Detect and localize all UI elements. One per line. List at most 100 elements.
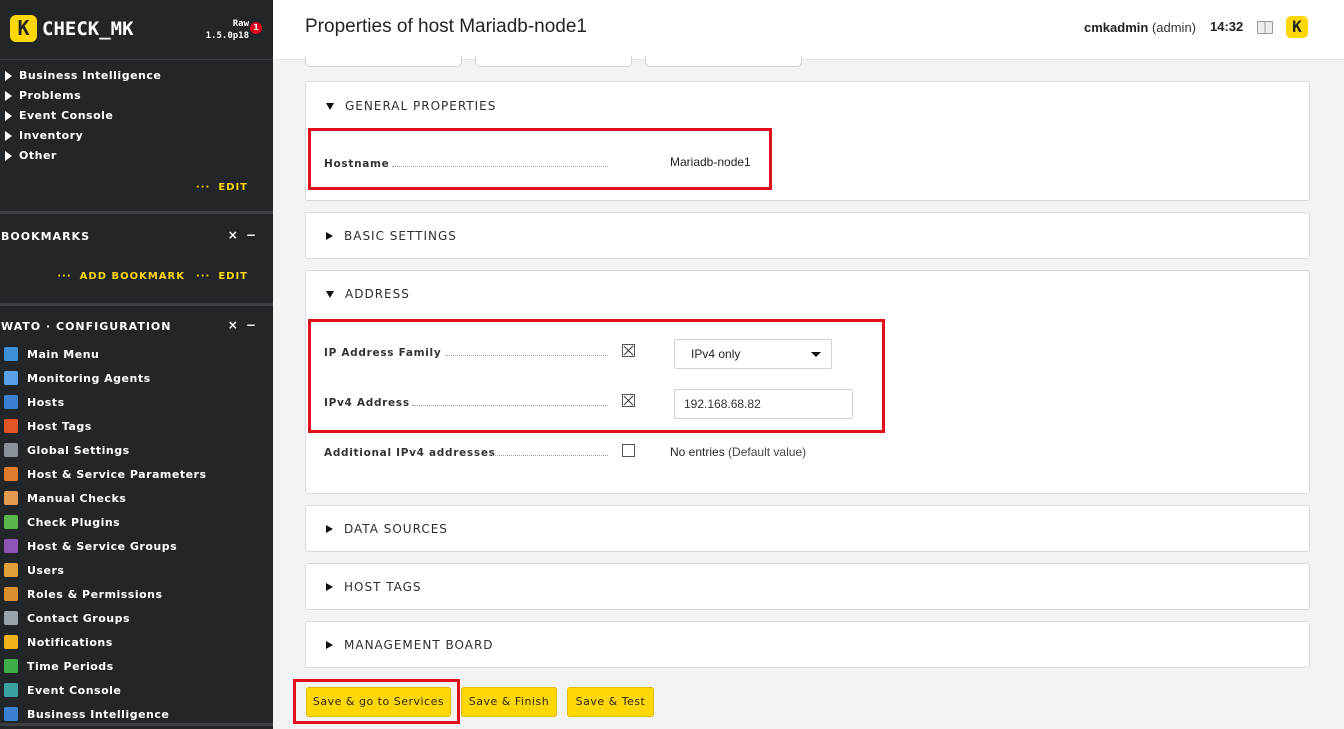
wato-item-label: Users [27,563,65,577]
book-icon[interactable] [1257,21,1273,34]
werk-badge[interactable]: 1 [250,22,262,34]
address-header[interactable]: ADDRESS [326,287,410,301]
tab-stub[interactable] [305,56,462,67]
tab-stub[interactable] [475,56,632,67]
wato-item[interactable]: Notifications [0,632,113,652]
wato-item-label: Business Intelligence [27,707,170,721]
wato-snapin: WATO · CONFIGURATION × − Main Menu Monito… [0,306,273,726]
management-board-panel: MANAGEMENT BOARD [305,621,1310,668]
wato-item[interactable]: Host & Service Parameters [0,464,207,484]
checkmk-logo-text[interactable]: CHECK_MK [42,18,134,40]
page-title: Properties of host Mariadb-node1 [305,16,587,37]
default-value-note: (Default value) [728,445,807,459]
ip-family-checkbox[interactable] [622,344,635,357]
users-icon [4,563,18,577]
wato-item[interactable]: Global Settings [0,440,130,460]
wato-item-label: Check Plugins [27,515,121,529]
tree-item-bi[interactable]: Business Intelligence [0,69,273,89]
wato-item[interactable]: Contact Groups [0,608,130,628]
bookmarks-snapin: BOOKMARKS × − ··· ADD BOOKMARK ··· EDIT [0,214,273,306]
tree-item-event-console[interactable]: Event Console [0,109,273,129]
triangle-down-icon [326,102,334,110]
tree-item-other[interactable]: Other [0,149,273,169]
groups-icon [4,539,18,553]
bookmarks-title[interactable]: BOOKMARKS [1,230,90,243]
leader-dots [445,355,608,356]
tree-item-inventory[interactable]: Inventory [0,129,273,149]
triangle-right-icon [5,91,12,101]
host-tags-panel: HOST TAGS [305,563,1310,610]
data-sources-header[interactable]: DATA SOURCES [326,522,448,536]
wato-item-label: Roles & Permissions [27,587,163,601]
add-bookmark-link[interactable]: ··· ADD BOOKMARK [57,271,185,282]
save-finish-button[interactable]: Save & Finish [461,687,557,717]
wato-item[interactable]: Monitoring Agents [0,368,151,388]
ip-family-select[interactable]: IPv4 only [674,339,832,369]
general-properties-header[interactable]: GENERAL PROPERTIES [326,99,496,113]
views-edit-link[interactable]: ··· EDIT [196,182,248,193]
wato-item[interactable]: Time Periods [0,656,114,676]
agents-icon [4,371,18,385]
bookmarks-controls[interactable]: × − [228,228,258,242]
additional-ipv4-checkbox[interactable] [622,444,635,457]
save-test-button[interactable]: Save & Test [567,687,654,717]
edition-info: Raw 1.5.0p18 [206,18,249,42]
wato-item[interactable]: Roles & Permissions [0,584,163,604]
wato-item-label: Host Tags [27,419,92,433]
tab-stub[interactable] [645,56,802,67]
wato-item-label: Time Periods [27,659,114,673]
tag-icon [4,419,18,433]
wato-item-label: Monitoring Agents [27,371,151,385]
ipv4-checkbox[interactable] [622,394,635,407]
wato-controls[interactable]: × − [228,318,258,332]
additional-ipv4-label: Additional IPv4 addresses [324,447,496,459]
additional-ipv4-value: No entries (Default value) [670,445,807,459]
sidebar: K CHECK_MK Raw 1.5.0p18 1 Business Intel… [0,0,273,729]
checkmk-logo-icon[interactable]: K [10,15,37,42]
home-icon [4,347,18,361]
gear-icon [4,443,18,457]
triangle-right-icon [326,641,333,649]
wato-item[interactable]: Hosts [0,392,65,412]
edition-name: Raw [232,19,249,29]
triangle-right-icon [326,583,333,591]
sidebar-header: K CHECK_MK Raw 1.5.0p18 1 [0,0,273,60]
triangle-right-icon [5,111,12,121]
wato-item-label: Manual Checks [27,491,127,505]
wato-item[interactable]: Host & Service Groups [0,536,177,556]
wato-item[interactable]: Main Menu [0,344,99,364]
wato-item[interactable]: Host Tags [0,416,92,436]
bell-icon [4,635,18,649]
triangle-right-icon [5,131,12,141]
puzzle-icon [4,515,18,529]
general-properties-panel: GENERAL PROPERTIES Hostname Mariadb-node… [305,81,1310,201]
bookmarks-edit-link[interactable]: ··· EDIT [196,271,248,282]
basic-settings-header[interactable]: BASIC SETTINGS [326,229,457,243]
save-go-services-button[interactable]: Save & go to Services [306,687,451,717]
wato-item[interactable]: Business Intelligence [0,704,169,724]
wato-item[interactable]: Manual Checks [0,488,126,508]
ipv4-input[interactable]: 192.168.68.82 [674,389,853,419]
wato-item-label: Main Menu [27,347,100,361]
wato-item[interactable]: Check Plugins [0,512,120,532]
wato-item-label: Host & Service Groups [27,539,178,553]
rules-icon [4,467,18,481]
views-snapin: Business Intelligence Problems Event Con… [0,60,273,214]
triangle-right-icon [5,151,12,161]
wato-title[interactable]: WATO · CONFIGURATION [1,320,171,333]
wato-item[interactable]: Users [0,560,64,580]
wato-item-label: Hosts [27,395,65,409]
user-info[interactable]: cmkadmin (admin) [1084,20,1196,35]
wato-item-label: Contact Groups [27,611,131,625]
address-panel: ADDRESS IP Address Family IPv4 only IPv4… [305,270,1310,494]
tree-item-problems[interactable]: Problems [0,89,273,109]
edition-version: 1.5.0p18 [205,31,249,41]
wato-item[interactable]: Event Console [0,680,121,700]
management-board-header[interactable]: MANAGEMENT BOARD [326,638,494,652]
hostname-label: Hostname [324,158,390,170]
triangle-right-icon [326,232,333,240]
bi-icon [4,707,18,721]
leader-dots [492,455,608,456]
checkmk-k-icon[interactable]: K [1286,16,1308,38]
host-tags-header[interactable]: HOST TAGS [326,580,422,594]
